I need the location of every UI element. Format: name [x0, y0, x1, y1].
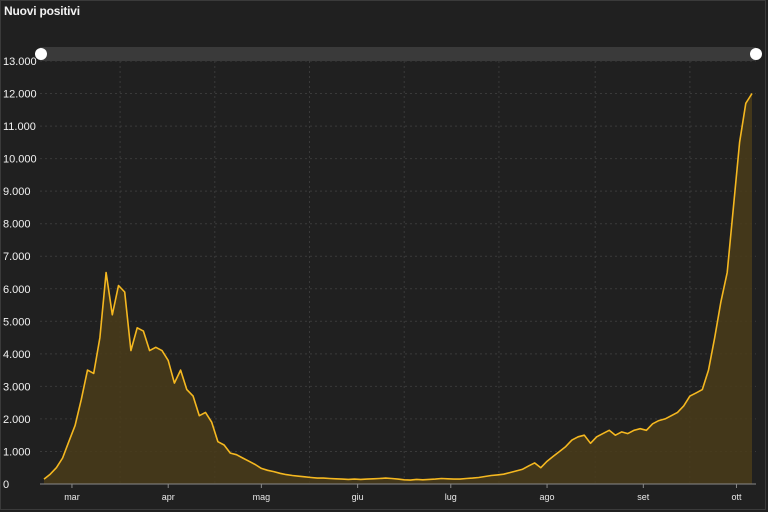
y-tick-label: 7.000 — [3, 251, 31, 263]
y-tick-label: 9.000 — [3, 186, 31, 198]
y-tick-label: 0 — [3, 479, 9, 491]
navigator-handle-left[interactable] — [35, 48, 47, 60]
y-tick-label: 6.000 — [3, 284, 31, 296]
navigator-bar[interactable] — [40, 47, 756, 61]
y-tick-label: 2.000 — [3, 414, 31, 426]
x-tick-label: set — [637, 492, 650, 502]
x-tick-label: apr — [162, 492, 175, 502]
x-tick-label: ago — [540, 492, 555, 502]
x-tick-label: lug — [445, 492, 457, 502]
x-tick-label: mag — [253, 492, 271, 502]
y-tick-label: 8.000 — [3, 219, 31, 231]
y-tick-label: 4.000 — [3, 349, 31, 361]
y-tick-label: 12.000 — [3, 89, 37, 101]
y-tick-label: 10.000 — [3, 154, 37, 166]
x-tick-label: giu — [352, 492, 364, 502]
x-tick-label: ott — [731, 492, 742, 502]
y-tick-label: 13.000 — [3, 56, 37, 68]
x-tick-label: mar — [64, 492, 80, 502]
chart-svg: 0 1.000 2.000 3.000 4.000 5.000 6.000 7.000 8.00… — [3, 47, 762, 502]
y-tick-label: 1.000 — [3, 446, 31, 458]
navigator-handle-right[interactable] — [750, 48, 762, 60]
y-tick-label: 5.000 — [3, 316, 31, 328]
y-tick-label: 11.000 — [3, 121, 36, 133]
y-tick-label: 3.000 — [3, 381, 31, 393]
